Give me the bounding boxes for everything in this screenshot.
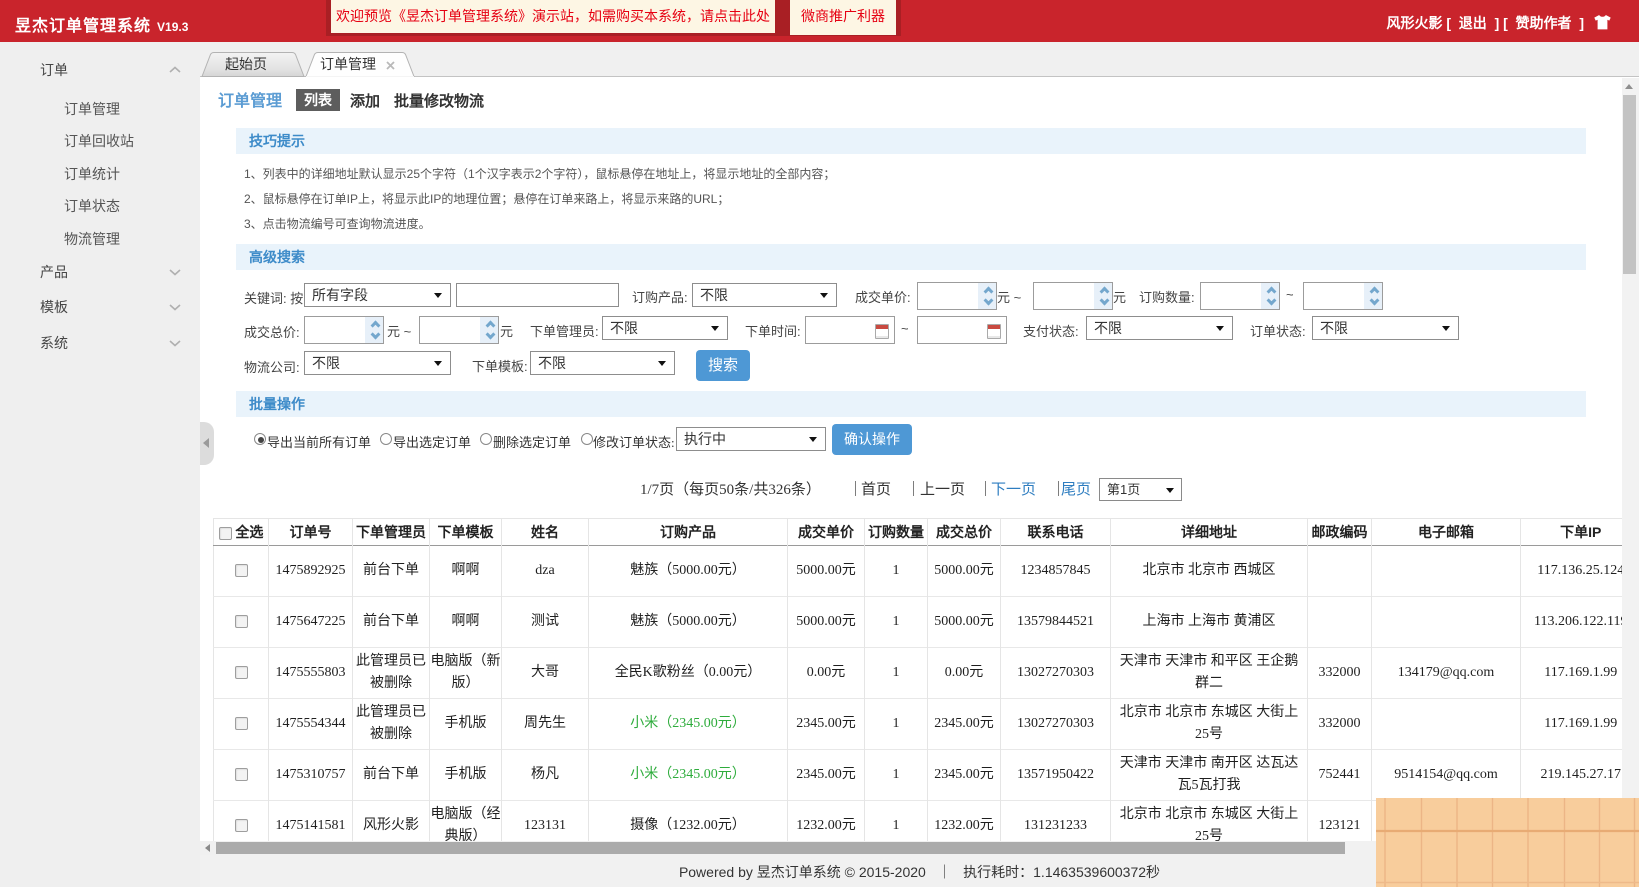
svg-text:起始页: 起始页 bbox=[225, 56, 267, 72]
svg-text:订单管理: 订单管理 bbox=[320, 56, 376, 72]
